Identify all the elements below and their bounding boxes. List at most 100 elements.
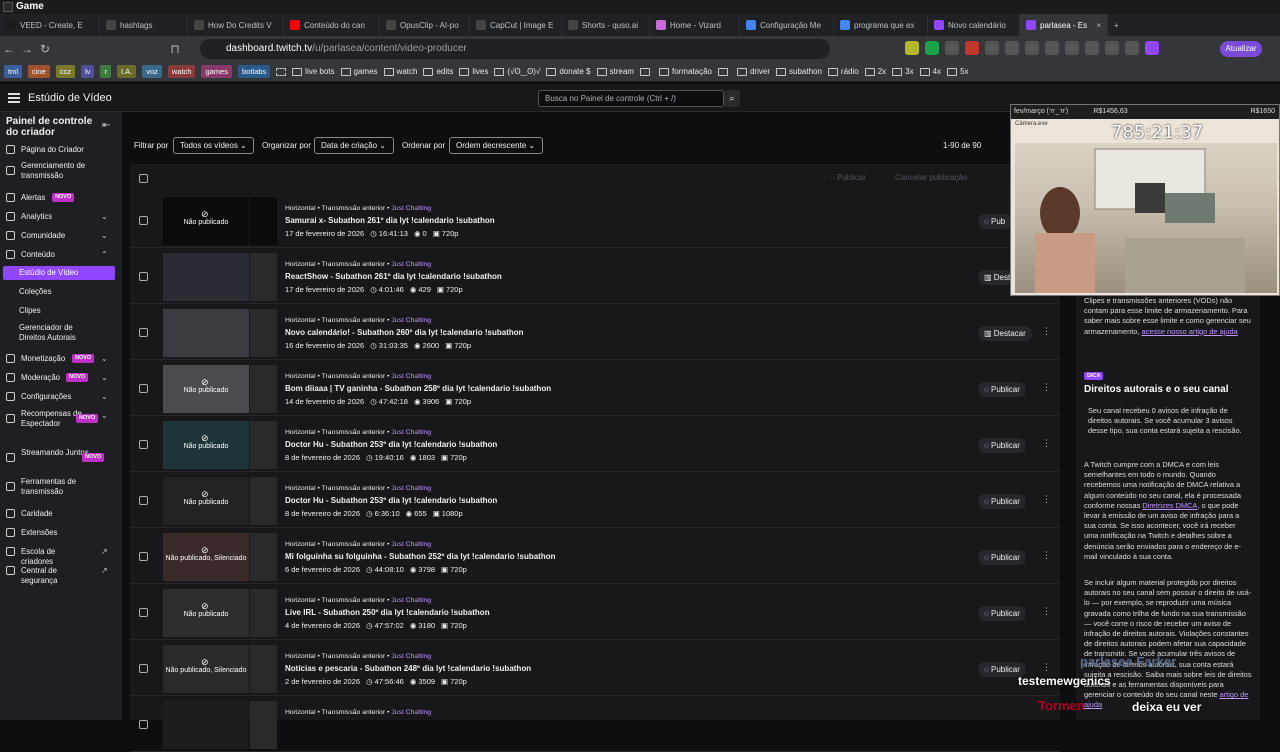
bookmark-item[interactable]: stream	[596, 67, 634, 76]
row-checkbox[interactable]	[139, 664, 148, 673]
extension-icon[interactable]	[1025, 41, 1039, 55]
video-thumbnail[interactable]: ⊘ Não publicado	[163, 197, 249, 245]
video-category[interactable]: Just Chatting	[391, 541, 431, 548]
bookmark-item[interactable]: formatação	[658, 67, 712, 76]
sidebar-item[interactable]: Gerenciamento de transmissão	[0, 161, 118, 181]
sidebar-item[interactable]: Coleções	[0, 285, 118, 299]
row-checkbox[interactable]	[139, 496, 148, 505]
video-category[interactable]: Just Chatting	[391, 317, 431, 324]
browser-tab[interactable]: VEED - Create, E	[0, 14, 100, 36]
video-category[interactable]: Just Chatting	[391, 653, 431, 660]
video-title[interactable]: Live IRL - Subathon 250º dia lyt !calend…	[285, 608, 490, 617]
bookmark-icon[interactable]: ⊓	[166, 42, 184, 56]
bookmark-chip[interactable]: r	[100, 65, 111, 78]
video-title[interactable]: Mi folguinha su folguinha - Subathon 252…	[285, 552, 555, 561]
bookmark-chip[interactable]: voz	[142, 65, 162, 78]
row-checkbox[interactable]	[139, 552, 148, 561]
video-title[interactable]: Novo calendário! - Subathon 260º dia lyt…	[285, 328, 524, 337]
publish-button[interactable]: ◌ Publicar	[978, 550, 1026, 565]
video-thumbnail[interactable]	[163, 253, 249, 301]
sidebar-item[interactable]: Caridade	[0, 507, 118, 521]
sidebar-item[interactable]: Extensões	[0, 526, 118, 540]
video-category[interactable]: Just Chatting	[391, 485, 431, 492]
extension-icon[interactable]	[1105, 41, 1119, 55]
music-icon[interactable]	[1045, 41, 1059, 55]
video-title[interactable]: Doctor Hu - Subathon 253º dia lyt !calen…	[285, 496, 497, 505]
bookmark-item[interactable]: lives	[459, 67, 488, 76]
extension-icon[interactable]	[905, 41, 919, 55]
bookmark-item[interactable]: watch	[383, 67, 417, 76]
browser-tab[interactable]: OpusClip - AI-po	[380, 14, 470, 36]
sidebar-item[interactable]: Streamando Juntos NOVO	[0, 448, 118, 468]
back-icon[interactable]: ←	[0, 42, 18, 56]
extension-icon[interactable]	[925, 41, 939, 55]
order-select[interactable]: Ordem decrescente ⌄	[449, 137, 543, 154]
video-thumbnail[interactable]: ⊘ Não publicado, Silenciado	[163, 533, 249, 581]
sidebar-item[interactable]: Configurações ⌄	[0, 390, 118, 404]
bookmark-chip[interactable]: cine	[28, 65, 50, 78]
sort-select[interactable]: Data de criação ⌄	[314, 137, 394, 154]
sidebar-item[interactable]: Gerenciador de Direitos Autorais	[0, 323, 118, 343]
video-title[interactable]: Notícias e pescaria - Subathon 248º dia …	[285, 664, 531, 673]
browser-tab[interactable]: How Do Credits V	[188, 14, 284, 36]
row-checkbox[interactable]	[139, 216, 148, 225]
shield-icon[interactable]	[1125, 41, 1139, 55]
bulk-publish-button[interactable]: ◌ Publicar	[830, 173, 866, 182]
dmca-guidelines-link[interactable]: Diretrizes DMCA	[1142, 501, 1197, 510]
row-checkbox[interactable]	[139, 720, 148, 729]
browser-tab[interactable]: Conteúdo do can	[284, 14, 380, 36]
more-options-icon[interactable]: ⋮	[1042, 438, 1051, 449]
sidebar-item[interactable]: Estúdio de Vídeo	[3, 266, 115, 280]
sidebar-item[interactable]: Página do Criador	[0, 143, 118, 157]
publish-button[interactable]: ◌ Publicar	[978, 438, 1026, 453]
grid-icon[interactable]	[276, 67, 287, 76]
sidebar-icon[interactable]	[1085, 41, 1099, 55]
menu-icon[interactable]	[8, 93, 20, 103]
bookmark-chip[interactable]: watch	[167, 65, 196, 78]
video-thumbnail[interactable]: ⊘ Não publicado	[163, 477, 249, 525]
video-thumbnail[interactable]: ⊘ Não publicado	[163, 421, 249, 469]
sidebar-item[interactable]: Moderação ⌄ NOVO	[0, 371, 118, 385]
sidebar-item[interactable]: Comunidade ⌄	[0, 229, 118, 243]
video-title[interactable]: Doctor Hu - Subathon 253º dia lyt !calen…	[285, 440, 497, 449]
help-article-link[interactable]: acesse nosso artigo de ajuda	[1142, 327, 1238, 336]
browser-tab[interactable]: Novo calendário	[928, 14, 1020, 36]
bookmark-item[interactable]: 4x	[919, 67, 941, 76]
bookmark-chip[interactable]: ccz	[55, 65, 76, 78]
bookmark-item[interactable]: edits	[423, 67, 453, 76]
search-icon[interactable]: ⌕	[724, 90, 740, 107]
video-category[interactable]: Just Chatting	[391, 597, 431, 604]
row-checkbox[interactable]	[139, 328, 148, 337]
row-checkbox[interactable]	[139, 440, 148, 449]
extension-icon[interactable]	[965, 41, 979, 55]
bookmark-item[interactable]	[717, 67, 731, 76]
bookmark-chip[interactable]: tml	[4, 65, 22, 78]
close-icon[interactable]: ×	[1096, 21, 1101, 30]
video-thumbnail[interactable]: ⊘ Não publicado	[163, 365, 249, 413]
publish-button[interactable]: ◌ Publicar	[978, 382, 1026, 397]
video-title[interactable]: Samurai x- Subathon 261º dia lyt !calend…	[285, 216, 495, 225]
video-category[interactable]: Just Chatting	[391, 373, 431, 380]
puzzle-icon[interactable]	[1005, 41, 1019, 55]
sidebar-item[interactable]: Ferramentas de transmissão	[0, 477, 118, 497]
bookmark-item[interactable]: 5x	[947, 67, 969, 76]
select-all-checkbox[interactable]	[139, 174, 148, 183]
video-category[interactable]: Just Chatting	[391, 709, 431, 716]
update-button[interactable]: Atualizar	[1220, 41, 1262, 57]
browser-tab[interactable]: parlasea - Es ×	[1020, 14, 1108, 36]
publish-button[interactable]: ◌ Publicar	[978, 606, 1026, 621]
bookmark-item[interactable]: live bots	[292, 67, 335, 76]
sidebar-item[interactable]: Alertas NOVO	[0, 191, 118, 205]
video-thumbnail[interactable]: ⊘ Não publicado, Silenciado	[163, 645, 249, 693]
forward-icon[interactable]: →	[18, 42, 36, 56]
row-checkbox[interactable]	[139, 272, 148, 281]
bookmark-chip[interactable]: I.A.	[116, 65, 137, 78]
sidebar-item[interactable]: Conteúdo ⌃	[0, 248, 118, 262]
bookmark-item[interactable]: rádio	[827, 67, 859, 76]
more-options-icon[interactable]: ⋮	[1042, 494, 1051, 505]
video-category[interactable]: Just Chatting	[391, 261, 431, 268]
sidebar-item[interactable]: Monetização ⌄ NOVO	[0, 352, 118, 366]
browser-tab[interactable]: Configuração Me	[740, 14, 834, 36]
publish-button[interactable]: ▥ Destacar	[978, 326, 1032, 341]
new-tab-icon[interactable]: +	[1108, 14, 1125, 36]
